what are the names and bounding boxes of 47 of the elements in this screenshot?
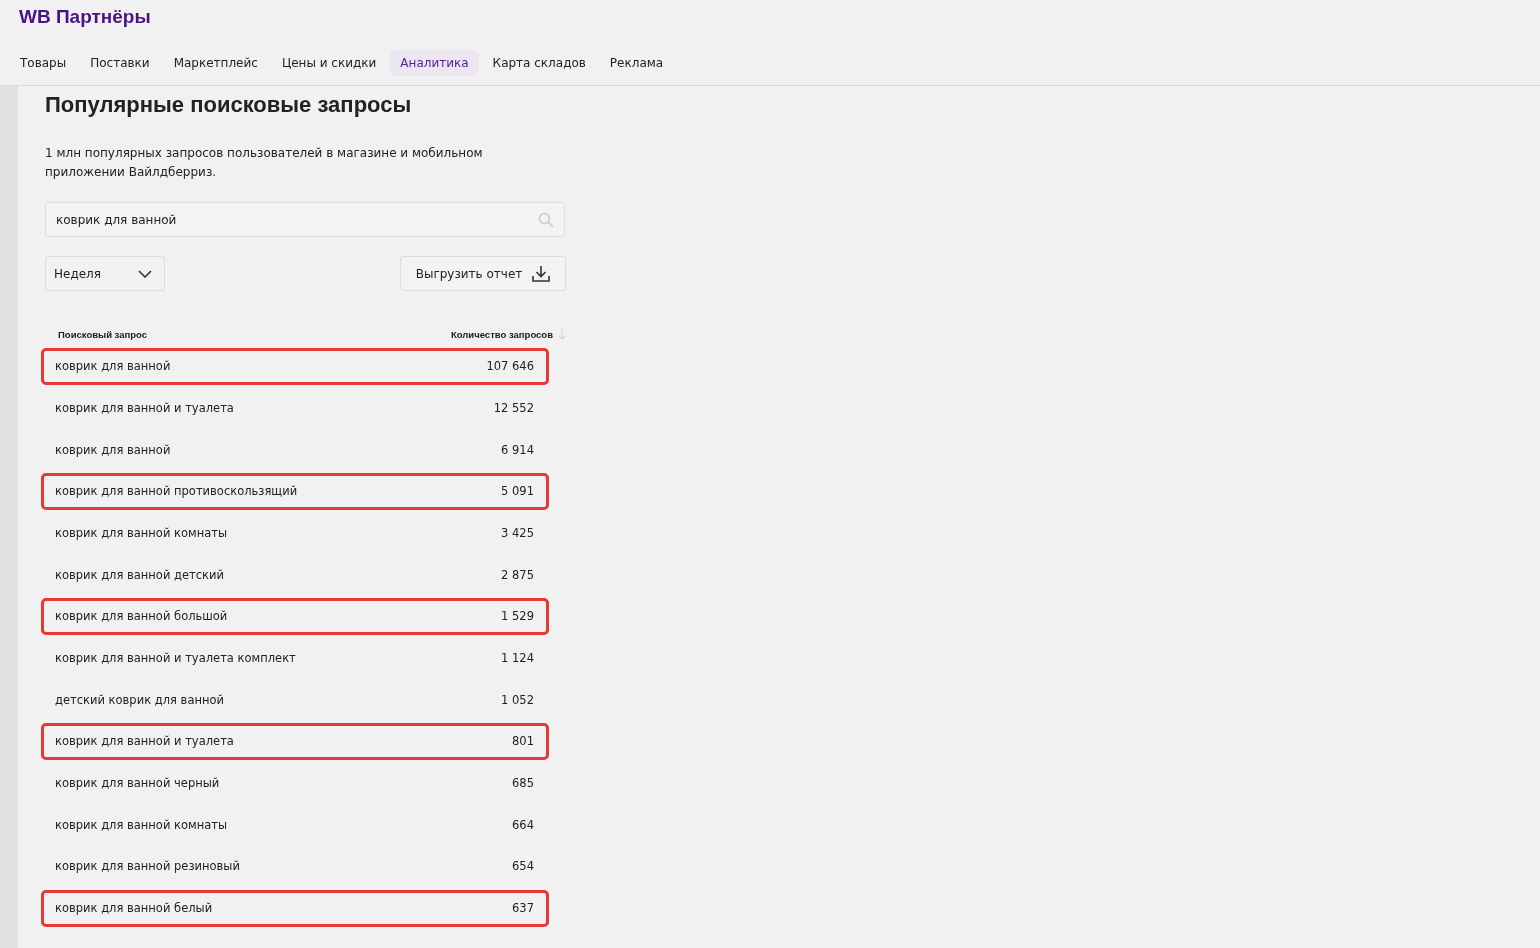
query-cell: коврик для ванной большой [55, 609, 228, 624]
download-icon [532, 265, 551, 282]
page-description: 1 млн популярных запросов пользователей в магазине и мобильном приложении Вайлдберриз. [45, 145, 484, 181]
query-cell: коврик для ванной и туалета комплект [55, 651, 296, 665]
query-cell: коврик для ванной детский [55, 567, 224, 582]
count-cell: 654 [512, 859, 534, 874]
nav-tab[interactable]: Аналитика [390, 50, 479, 76]
nav-tab[interactable]: Карта складов [482, 50, 596, 76]
query-cell: детский коврик для ванной [55, 692, 224, 707]
query-cell: коврик для ванной и туалета [55, 400, 234, 415]
count-cell: 12 552 [493, 400, 534, 415]
count-cell: 6 914 [501, 442, 534, 457]
period-dropdown[interactable]: Неделя [45, 256, 165, 291]
search-field[interactable]: коврик для ванной [45, 202, 565, 237]
chevron-down-icon [138, 269, 152, 278]
page-title: Популярные поисковые запросы [45, 92, 413, 118]
query-cell: коврик для ванной комнаты [55, 525, 228, 540]
sort-arrow-icon[interactable] [558, 328, 566, 340]
query-cell: коврик для ванной черный [55, 776, 220, 791]
count-cell: 1 124 [501, 651, 534, 665]
count-cell: 1 529 [501, 609, 534, 624]
count-cell: 685 [512, 776, 534, 791]
search-icon [538, 212, 554, 228]
query-cell: коврик для ванной и туалета [55, 734, 234, 749]
query-cell: коврик для ванной комнаты [55, 817, 228, 832]
count-cell: 801 [512, 734, 534, 749]
column-header: Поисковый запрос [58, 328, 147, 340]
column-header[interactable]: Количество запросов [450, 328, 553, 340]
query-cell: коврик для ванной резиновый [55, 859, 240, 874]
query-cell: коврик для ванной белый [55, 901, 213, 916]
brand-logo[interactable]: WB Партнёры [19, 6, 151, 28]
export-report-button[interactable]: Выгрузить отчет [400, 256, 566, 291]
nav-tab[interactable]: Цены и скидки [271, 50, 387, 76]
count-cell: 664 [512, 817, 534, 832]
nav-tab[interactable]: Товары [10, 50, 77, 76]
count-cell: 1 052 [501, 692, 534, 707]
nav-tab[interactable]: Поставки [80, 50, 160, 76]
count-cell: 3 425 [501, 525, 534, 540]
query-cell: коврик для ванной [55, 442, 171, 457]
count-cell: 5 091 [501, 484, 534, 499]
count-cell: 637 [512, 901, 534, 916]
nav-tab[interactable]: Маркетплейс [163, 50, 268, 76]
query-cell: коврик для ванной [55, 359, 171, 374]
query-cell: коврик для ванной противоскользящий [55, 484, 298, 499]
nav-tab[interactable]: Реклама [599, 50, 674, 76]
count-cell: 107 646 [486, 359, 534, 374]
count-cell: 2 875 [501, 567, 534, 582]
